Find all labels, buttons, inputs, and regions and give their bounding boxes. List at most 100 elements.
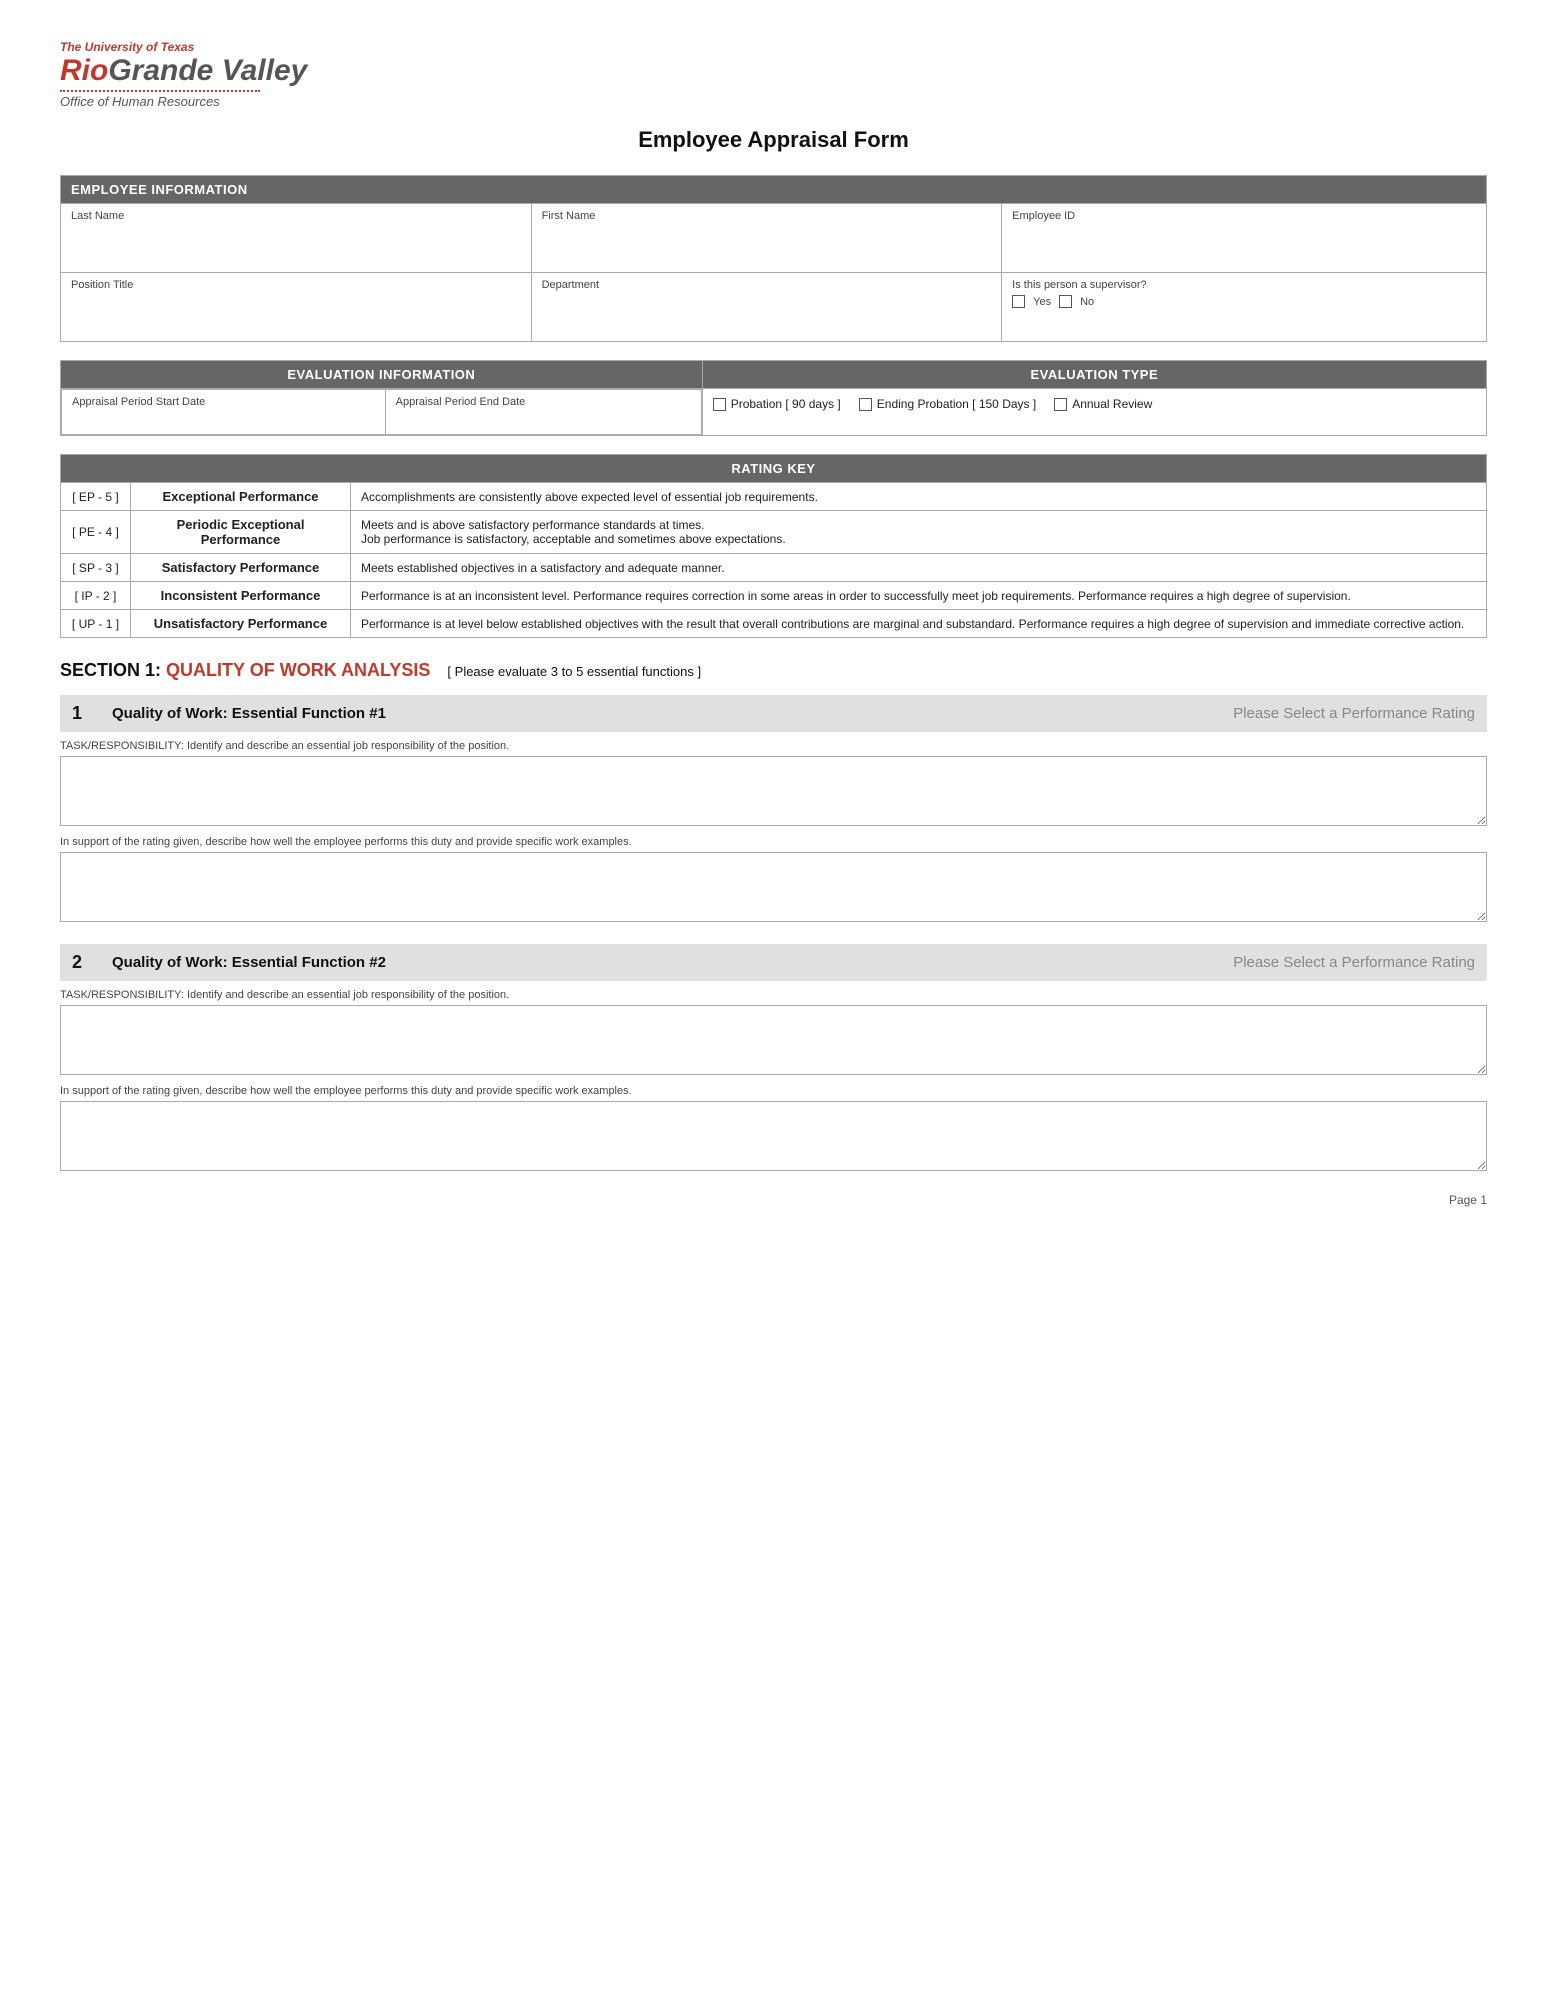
rating-code-3: [ IP - 2 ] [61,582,131,610]
supervisor-yes-label: Yes [1033,296,1051,308]
function-header-1: 1 Quality of Work: Essential Function #1… [60,695,1487,732]
section1-colon: : [155,660,161,680]
department-field[interactable] [542,305,992,335]
rating-row-1: [ PE - 4 ] Periodic Exceptional Performa… [61,511,1487,554]
section1-heading-area: SECTION 1: QUALITY OF WORK ANALYSIS [ Pl… [60,660,1487,681]
rating-name-3: Inconsistent Performance [131,582,351,610]
support-textarea-1[interactable] [60,852,1487,922]
start-date-cell: Appraisal Period Start Date [62,390,386,435]
end-date-field[interactable] [396,408,691,428]
eval-type-cell: Probation [ 90 days ] Ending Probation [… [702,389,1486,436]
eval-info-header: EVALUATION INFORMATION [61,361,703,389]
eval-type-options: Probation [ 90 days ] Ending Probation [… [703,389,1486,419]
ending-probation-label: Ending Probation [ 150 Days ] [877,397,1036,411]
rating-key-header: RATING KEY [61,455,1487,483]
rating-row-3: [ IP - 2 ] Inconsistent Performance Perf… [61,582,1487,610]
page-number: Page 1 [1449,1193,1487,1207]
function-num-2: 2 [72,952,96,973]
annual-review-option: Annual Review [1054,397,1152,411]
rating-name-2: Satisfactory Performance [131,554,351,582]
employee-info-table: EMPLOYEE INFORMATION Last Name First Nam… [60,175,1487,342]
department-cell: Department [531,273,1002,342]
supervisor-yes-checkbox[interactable] [1012,295,1025,308]
rating-key-table: RATING KEY [ EP - 5 ] Exceptional Perfor… [60,454,1487,638]
logo-top-text: The University of Texas [60,40,1487,54]
rating-code-1: [ PE - 4 ] [61,511,131,554]
section1-section-word: SECTION 1 [60,660,155,680]
logo-grande: Grande Valley [108,54,307,88]
rating-desc-1: Meets and is above satisfactory performa… [351,511,1487,554]
function-body-2: TASK/RESPONSIBILITY: Identify and descri… [60,989,1487,1171]
ending-probation-option: Ending Probation [ 150 Days ] [859,397,1036,411]
task-textarea-1[interactable] [60,756,1487,826]
rating-desc-2: Meets established objectives in a satisf… [351,554,1487,582]
position-title-field[interactable] [71,305,521,335]
probation-checkbox[interactable] [713,398,726,411]
position-title-cell: Position Title [61,273,532,342]
function-header-2: 2 Quality of Work: Essential Function #2… [60,944,1487,981]
start-date-label: Appraisal Period Start Date [72,396,205,408]
eval-dates-cell: Appraisal Period Start Date Appraisal Pe… [61,389,703,436]
rating-code-0: [ EP - 5 ] [61,483,131,511]
logo-area: The University of Texas Rio Grande Valle… [60,40,1487,109]
function-block-1: 1 Quality of Work: Essential Function #1… [60,695,1487,922]
employee-id-cell: Employee ID [1002,204,1487,273]
task-label-2: TASK/RESPONSIBILITY: Identify and descri… [60,989,1487,1001]
last-name-label: Last Name [71,210,521,222]
ending-probation-checkbox[interactable] [859,398,872,411]
end-date-cell: Appraisal Period End Date [385,390,701,435]
supervisor-no-checkbox[interactable] [1059,295,1072,308]
eval-dates-table: Appraisal Period Start Date Appraisal Pe… [61,389,702,435]
probation-option: Probation [ 90 days ] [713,397,841,411]
rating-row-0: [ EP - 5 ] Exceptional Performance Accom… [61,483,1487,511]
rating-desc-4: Performance is at level below establishe… [351,610,1487,638]
rating-row-4: [ UP - 1 ] Unsatisfactory Performance Pe… [61,610,1487,638]
probation-label: Probation [ 90 days ] [731,397,841,411]
logo-rio: Rio [60,54,108,88]
first-name-field[interactable] [542,236,992,266]
section1-title: QUALITY OF WORK ANALYSIS [166,660,430,680]
support-label-1: In support of the rating given, describe… [60,836,1487,848]
functions-container: 1 Quality of Work: Essential Function #1… [60,695,1487,1171]
page-footer: Page 1 [60,1193,1487,1207]
annual-review-checkbox[interactable] [1054,398,1067,411]
last-name-field[interactable] [71,236,521,266]
rating-desc-3: Performance is at an inconsistent level.… [351,582,1487,610]
rating-code-2: [ SP - 3 ] [61,554,131,582]
function-title-2: Quality of Work: Essential Function #2 [112,954,1233,971]
logo-sub: Office of Human Resources [60,94,1487,109]
first-name-cell: First Name [531,204,1002,273]
rating-name-4: Unsatisfactory Performance [131,610,351,638]
employee-info-header: EMPLOYEE INFORMATION [61,176,1487,204]
rating-row-2: [ SP - 3 ] Satisfactory Performance Meet… [61,554,1487,582]
function-num-1: 1 [72,703,96,724]
rating-code-4: [ UP - 1 ] [61,610,131,638]
logo-utrgv: The University of Texas Rio Grande Valle… [60,40,1487,109]
rating-name-1: Periodic Exceptional Performance [131,511,351,554]
task-label-1: TASK/RESPONSIBILITY: Identify and descri… [60,740,1487,752]
task-textarea-2[interactable] [60,1005,1487,1075]
support-label-2: In support of the rating given, describe… [60,1085,1487,1097]
first-name-label: First Name [542,210,992,222]
end-date-label: Appraisal Period End Date [396,396,526,408]
start-date-field[interactable] [72,408,375,428]
function-block-2: 2 Quality of Work: Essential Function #2… [60,944,1487,1171]
function-title-1: Quality of Work: Essential Function #1 [112,705,1233,722]
rating-desc-0: Accomplishments are consistently above e… [351,483,1487,511]
supervisor-no-label: No [1080,296,1094,308]
department-label: Department [542,279,992,291]
function-rating-1[interactable]: Please Select a Performance Rating [1233,705,1475,722]
last-name-cell: Last Name [61,204,532,273]
section1-note: [ Please evaluate 3 to 5 essential funct… [447,664,701,679]
position-title-label: Position Title [71,279,521,291]
logo-dotline [60,90,260,92]
function-rating-2[interactable]: Please Select a Performance Rating [1233,954,1475,971]
page-title: Employee Appraisal Form [60,127,1487,153]
employee-id-field[interactable] [1012,236,1476,266]
function-body-1: TASK/RESPONSIBILITY: Identify and descri… [60,740,1487,922]
annual-review-label: Annual Review [1072,397,1152,411]
section1-label: SECTION 1: QUALITY OF WORK ANALYSIS [60,660,435,680]
rating-name-0: Exceptional Performance [131,483,351,511]
support-textarea-2[interactable] [60,1101,1487,1171]
supervisor-cell: Is this person a supervisor? Yes No [1002,273,1487,342]
